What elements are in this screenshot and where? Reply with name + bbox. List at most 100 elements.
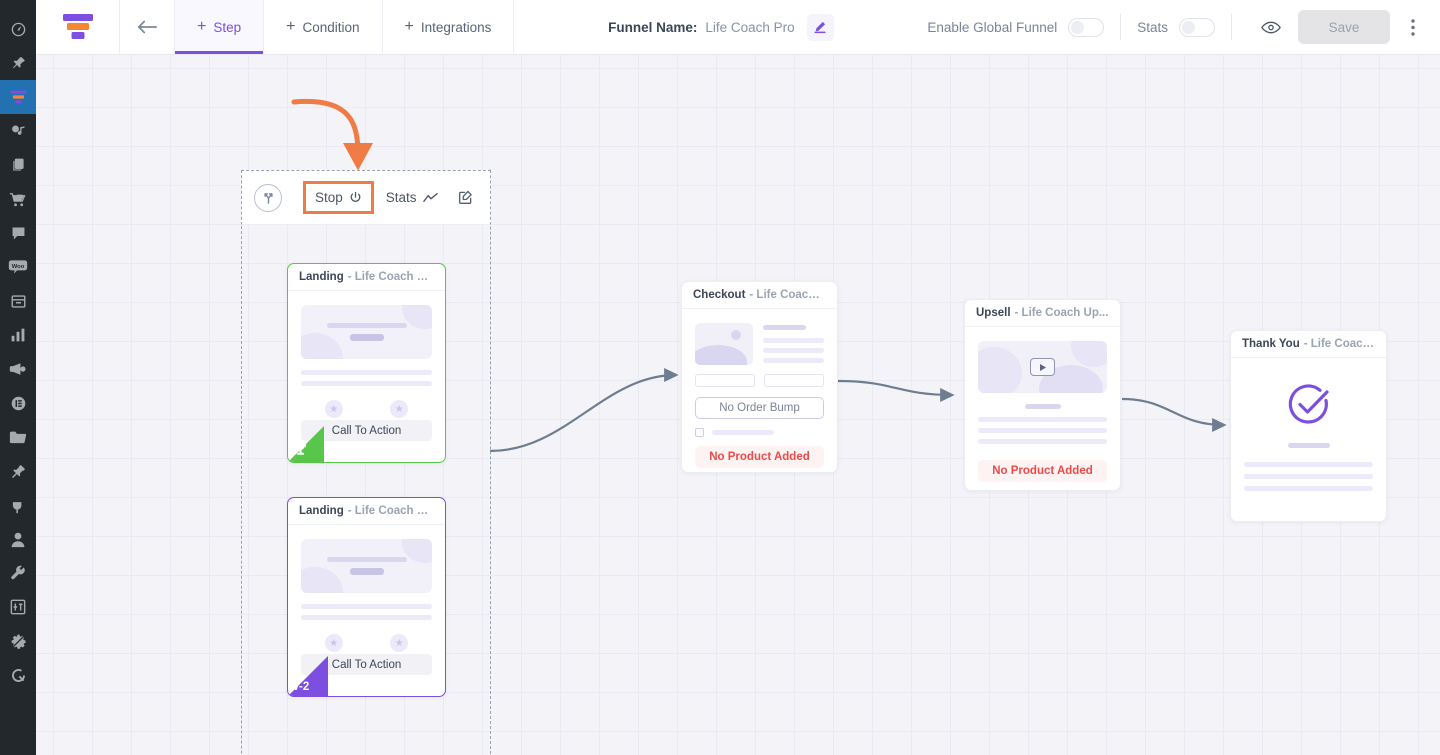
card-body: ★ ★ <box>288 525 445 671</box>
app-logo[interactable] <box>36 0 120 54</box>
power-icon <box>350 191 361 202</box>
product-status-badge: No Product Added <box>978 460 1107 482</box>
image-placeholder <box>695 323 753 365</box>
eye-icon <box>1261 21 1281 33</box>
elementor-icon[interactable] <box>0 386 36 420</box>
connector-upsell-thankyou <box>1121 397 1227 433</box>
archive-icon[interactable] <box>0 284 36 318</box>
card-title: Landing <box>299 505 344 517</box>
card-header: Landing - Life Coach Lan... <box>288 498 445 525</box>
step-card-landing-v2[interactable]: Landing - Life Coach Lan... ★ ★ Call To … <box>287 497 446 697</box>
global-funnel-toggle[interactable] <box>1068 17 1105 37</box>
media-icon[interactable] <box>0 114 36 148</box>
orange-pointer-arrow <box>291 98 373 171</box>
push-pin-icon[interactable] <box>0 454 36 488</box>
funnel-editor-header: + Step + Condition + Integrations Funnel… <box>36 0 1440 55</box>
card-body: No Order Bump No Product Added <box>682 309 837 468</box>
save-button[interactable]: Save <box>1298 10 1390 44</box>
check-circle-icon <box>1244 382 1373 428</box>
card-body: ★ ★ <box>288 291 445 437</box>
step-card-landing-v1[interactable]: Landing - Life Coach Lan... ★ ★ Call To … <box>287 263 446 463</box>
funnel-name-label: Funnel Name: <box>608 19 698 35</box>
variant-badge-label: V-2 <box>292 680 310 693</box>
stop-button-label: Stop <box>315 190 343 205</box>
preview-button[interactable] <box>1248 20 1294 35</box>
folder-icon[interactable] <box>0 420 36 454</box>
card-header: Landing - Life Coach Lan... <box>288 264 445 291</box>
q-icon[interactable] <box>0 658 36 692</box>
order-bump-status: No Order Bump <box>695 397 824 419</box>
dashboard-icon[interactable] <box>0 12 36 46</box>
edit-square-icon <box>458 190 472 204</box>
group-edit-button[interactable] <box>458 190 473 205</box>
gear-slash-icon[interactable] <box>0 624 36 658</box>
wrench-icon[interactable] <box>0 556 36 590</box>
wordpress-admin-sidebar: Woo <box>0 0 36 755</box>
pin-icon[interactable] <box>0 46 36 80</box>
back-button[interactable] <box>120 0 175 54</box>
funnel-canvas[interactable]: Stop Stats Landing - Life Coach Lan... <box>36 55 1440 755</box>
header-actions: Enable Global Funnel Stats Save <box>927 0 1440 54</box>
sliders-icon[interactable] <box>0 590 36 624</box>
pages-icon[interactable] <box>0 148 36 182</box>
connector-checkout-upsell <box>837 379 955 403</box>
tab-integrations-label: Integrations <box>420 19 492 35</box>
split-branch-icon[interactable] <box>254 183 282 212</box>
stop-funnel-button[interactable]: Stop <box>303 181 374 214</box>
card-subtitle: - Life Coach Lan... <box>347 505 434 517</box>
card-body: No Product Added <box>965 327 1120 482</box>
tab-integrations[interactable]: + Integrations <box>383 0 515 54</box>
step-card-thankyou[interactable]: Thank You - Life Coach Tha... <box>1230 330 1387 522</box>
stats-toggle-label: Stats <box>1137 19 1168 35</box>
sidebar-item-funnels[interactable] <box>0 80 36 114</box>
card-subtitle: - Life Coach Tha... <box>1303 338 1375 350</box>
form-inputs <box>695 374 824 387</box>
connector-landing-checkout <box>489 367 679 453</box>
divider <box>1231 14 1232 40</box>
terms-row <box>695 428 824 437</box>
woocommerce-icon[interactable]: Woo <box>0 250 36 284</box>
star-icon: ★ <box>390 634 409 652</box>
user-icon[interactable] <box>0 522 36 556</box>
product-status-badge: No Product Added <box>695 446 824 468</box>
svg-text:Woo: Woo <box>12 264 25 270</box>
star-icon: ★ <box>324 634 343 652</box>
megaphone-icon[interactable] <box>0 352 36 386</box>
step-card-checkout[interactable]: Checkout - Life Coach Ch... No <box>681 281 838 473</box>
play-icon <box>1030 358 1055 376</box>
tab-step[interactable]: + Step <box>175 0 265 54</box>
step-group-toolbar: Stop Stats <box>241 170 491 225</box>
step-card-upsell[interactable]: Upsell - Life Coach Up... No Product Add… <box>964 299 1121 491</box>
input-placeholder <box>695 374 755 387</box>
input-placeholder <box>764 374 824 387</box>
group-stats-button[interactable]: Stats <box>386 190 438 205</box>
card-title: Thank You <box>1242 338 1300 350</box>
plugin-icon[interactable] <box>0 488 36 522</box>
tab-step-label: Step <box>213 19 242 35</box>
stats-toggle[interactable] <box>1179 17 1215 37</box>
funnel-name-value: Life Coach Pro <box>705 19 795 35</box>
divider <box>1120 14 1122 40</box>
card-body <box>1231 358 1386 491</box>
card-header: Upsell - Life Coach Up... <box>965 300 1120 327</box>
plus-icon: + <box>286 18 296 35</box>
kebab-menu-icon[interactable] <box>1396 10 1430 44</box>
hero-skeleton <box>301 305 432 359</box>
comments-icon[interactable] <box>0 216 36 250</box>
tab-condition[interactable]: + Condition <box>264 0 383 54</box>
cart-icon[interactable] <box>0 182 36 216</box>
pencil-icon <box>814 21 826 34</box>
trend-line-icon <box>422 193 438 202</box>
video-placeholder <box>978 341 1107 393</box>
analytics-icon[interactable] <box>0 318 36 352</box>
trophy-icon <box>294 443 307 455</box>
card-subtitle: - Life Coach Lan... <box>347 271 434 283</box>
card-header: Checkout - Life Coach Ch... <box>682 282 837 309</box>
hero-skeleton <box>301 539 432 593</box>
edit-funnel-name-button[interactable] <box>806 13 834 41</box>
funnel-name-group: Funnel Name: Life Coach Pro <box>514 0 927 54</box>
plus-icon: + <box>197 18 207 35</box>
star-icon: ★ <box>324 400 343 418</box>
arrow-left-icon <box>137 20 157 34</box>
card-subtitle: - Life Coach Up... <box>1014 307 1109 319</box>
